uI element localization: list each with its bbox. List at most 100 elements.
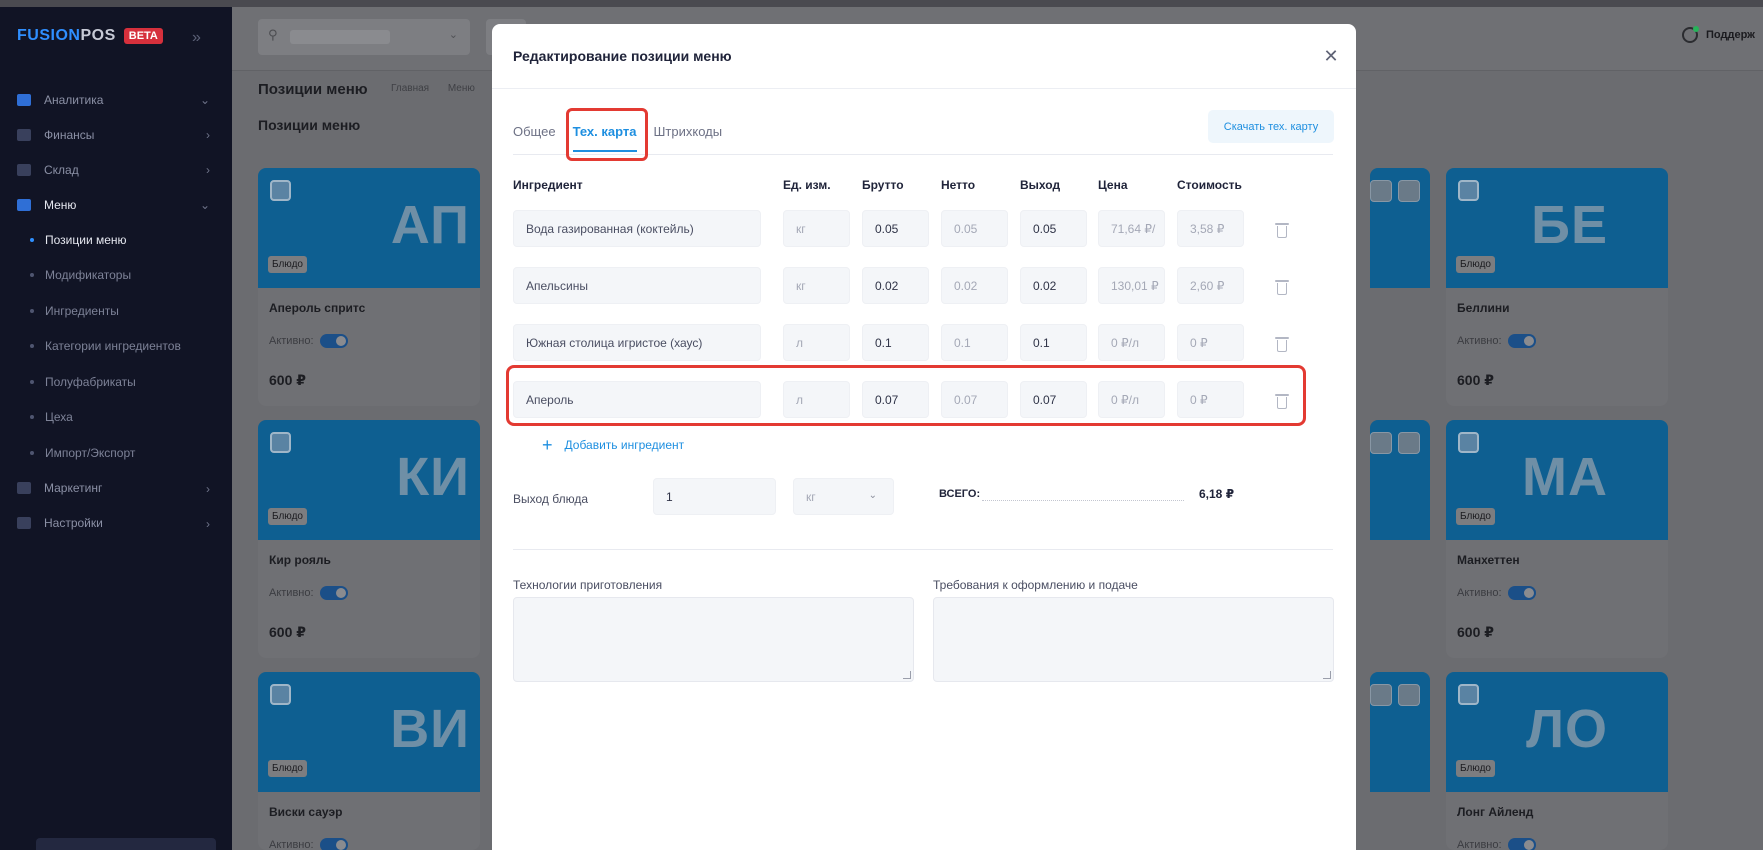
card-initials: БЕ [1531, 195, 1608, 255]
highlight-frame-row [506, 365, 1306, 426]
card-initials: ВИ [390, 699, 470, 759]
trash-icon[interactable] [1275, 279, 1289, 295]
card-checkbox[interactable] [270, 432, 291, 453]
unit-field[interactable]: л [783, 324, 850, 361]
card-name: Кир рояль [269, 553, 331, 567]
active-toggle[interactable] [319, 838, 348, 850]
copy-icon[interactable] [1398, 684, 1420, 706]
column-header-ingredient: Ингредиент [513, 178, 583, 192]
sidebar-item-settings[interactable]: Настройки › [0, 506, 232, 541]
sidebar-subitem-label: Модификаторы [45, 268, 132, 283]
unit-field[interactable]: кг [783, 210, 850, 247]
card-checkbox[interactable] [270, 180, 291, 201]
beta-badge: BETA [123, 28, 163, 44]
menu-card[interactable]: ЛО Блюдо Лонг Айленд Активно: [1446, 672, 1668, 850]
active-toggle[interactable] [1507, 334, 1536, 348]
yield-field[interactable]: 0.1 [1020, 324, 1087, 361]
active-toggle[interactable] [319, 586, 348, 600]
trash-icon[interactable] [1275, 222, 1289, 238]
ingredient-field[interactable]: Южная столица игристое (хаус) [513, 324, 761, 361]
edit-icon[interactable] [1370, 432, 1392, 454]
card-checkbox[interactable] [270, 684, 291, 705]
serving-textarea[interactable] [933, 597, 1334, 682]
card-type-badge: Блюдо [1456, 760, 1495, 777]
ingredient-field[interactable]: Вода газированная (коктейль) [513, 210, 761, 247]
collapse-sidebar-icon[interactable]: » [192, 29, 201, 47]
yield-field[interactable]: 0.05 [1020, 210, 1087, 247]
add-ingredient-label: Добавить ингредиент [564, 438, 685, 452]
menu-card[interactable]: АП Блюдо Апероль спритс Активно: 600 ₽ [258, 168, 480, 406]
sidebar-item-finance[interactable]: Финансы › [0, 117, 232, 152]
card-checkbox[interactable] [1458, 180, 1479, 201]
card-tools [1370, 180, 1420, 202]
download-tech-card-button[interactable]: Скачать тех. карту [1208, 110, 1334, 143]
tech-label: Технологии приготовления [513, 578, 663, 592]
card-type-badge: Блюдо [1456, 508, 1495, 525]
tab-general[interactable]: Общее [513, 124, 556, 152]
edit-icon[interactable] [1370, 180, 1392, 202]
bullet-icon [30, 273, 34, 278]
copy-icon[interactable] [1398, 180, 1420, 202]
close-icon[interactable]: ✕ [1321, 46, 1341, 66]
menu-card[interactable]: КИ Блюдо Кир рояль Активно: 600 ₽ [258, 420, 480, 658]
active-toggle[interactable] [1507, 586, 1536, 600]
location-select[interactable]: ⚲ ⌄ [258, 19, 470, 55]
yield-field[interactable]: 0.02 [1020, 267, 1087, 304]
sidebar-subitem-workshops[interactable]: Цеха [0, 400, 232, 436]
edit-icon[interactable] [1370, 684, 1392, 706]
chevron-down-icon: ⌄ [868, 490, 877, 501]
breadcrumb-item-menu[interactable]: Меню [448, 83, 475, 94]
active-toggle[interactable] [319, 334, 348, 348]
menu-card[interactable]: ВИ Блюдо Виски сауэр Активно: [258, 672, 480, 850]
gross-field[interactable]: 0.02 [862, 267, 929, 304]
sidebar-item-marketing[interactable]: Маркетинг › [0, 471, 232, 506]
column-header-yield: Выход [1020, 178, 1061, 192]
menu-card[interactable]: МА Блюдо Манхеттен Активно: 600 ₽ [1446, 420, 1668, 658]
ingredient-field[interactable]: Апельсины [513, 267, 761, 304]
price-field: 71,64 ₽/ [1098, 210, 1165, 247]
yield-amount-input[interactable]: 1 [653, 478, 776, 515]
sidebar-subitem-label: Импорт/Экспорт [45, 445, 136, 460]
card-type-badge: Блюдо [268, 508, 307, 525]
card-initials: МА [1522, 447, 1608, 507]
chevron-right-icon: › [206, 516, 210, 531]
sidebar-subitem-semi-finished[interactable]: Полуфабрикаты [0, 364, 232, 400]
add-ingredient-button[interactable]: + Добавить ингредиент [542, 436, 685, 454]
card-name: Беллини [1457, 301, 1510, 315]
sidebar-item-menu[interactable]: Меню ⌄ [0, 187, 232, 222]
card-initials: КИ [396, 447, 470, 507]
copy-icon[interactable] [1398, 432, 1420, 454]
tech-textarea[interactable] [513, 597, 914, 682]
card-active-row: Активно: [1457, 334, 1536, 348]
active-toggle[interactable] [1507, 838, 1536, 850]
card-checkbox[interactable] [1458, 684, 1479, 705]
sidebar-item-label: Финансы [44, 127, 95, 142]
bullet-icon [30, 450, 34, 455]
breadcrumb-item-home[interactable]: Главная [391, 83, 429, 94]
tab-barcodes[interactable]: Штрихкоды [654, 124, 723, 152]
sidebar-item-warehouse[interactable]: Склад › [0, 152, 232, 187]
sidebar-subitem-import-export[interactable]: Импорт/Экспорт [0, 435, 232, 471]
unit-field[interactable]: кг [783, 267, 850, 304]
sidebar-subitem-ingredients[interactable]: Ингредиенты [0, 293, 232, 329]
card-active-row: Активно: [269, 586, 348, 600]
megaphone-icon [17, 482, 31, 494]
sidebar-subitem-modifiers[interactable]: Модификаторы [0, 258, 232, 294]
yield-unit-value: кг [806, 489, 816, 504]
yield-unit-select[interactable]: кг ⌄ [793, 478, 894, 515]
chevron-right-icon: › [206, 163, 210, 177]
gross-field[interactable]: 0.05 [862, 210, 929, 247]
menu-card[interactable]: БЕ Блюдо Беллини Активно: 600 ₽ [1446, 168, 1668, 406]
sidebar-subitem-menu-positions[interactable]: Позиции меню [0, 222, 232, 258]
menu-card-partial [1370, 168, 1430, 406]
card-checkbox[interactable] [1458, 432, 1479, 453]
sidebar-item-analytics[interactable]: Аналитика ⌄ [0, 82, 232, 117]
sidebar-subitem-label: Ингредиенты [45, 303, 119, 318]
book-icon [17, 198, 31, 211]
support-label: Поддерж [1706, 29, 1755, 41]
card-active-label: Активно: [269, 839, 314, 850]
sidebar-subitem-ingredient-categories[interactable]: Категории ингредиентов [0, 329, 232, 365]
support-link[interactable]: Поддерж [1682, 26, 1755, 43]
trash-icon[interactable] [1275, 336, 1289, 352]
gross-field[interactable]: 0.1 [862, 324, 929, 361]
